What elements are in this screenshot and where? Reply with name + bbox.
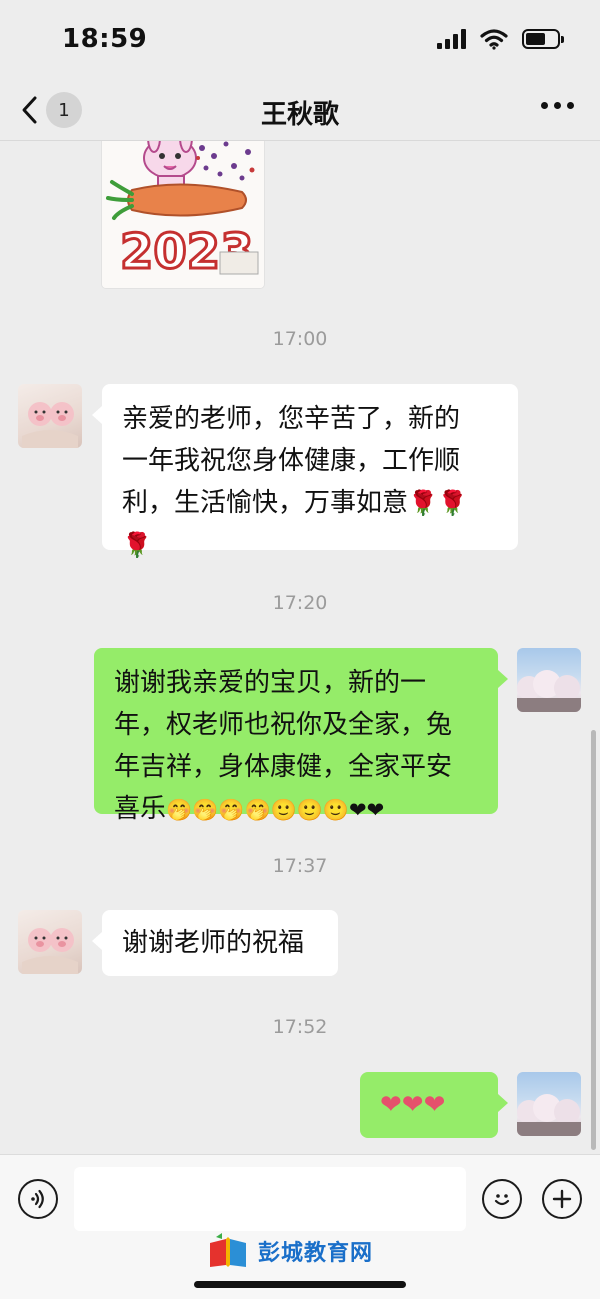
message-bubble-incoming[interactable]: 亲爱的老师，您辛苦了，新的 一年我祝您身体健康，工作顺 利，生活愉快，万事如意🌹… bbox=[92, 384, 518, 559]
battery-level bbox=[526, 33, 545, 45]
cellular-signal-icon bbox=[437, 29, 466, 49]
more-button[interactable] bbox=[541, 102, 574, 109]
chat-area[interactable]: 2023 17:00 亲爱的老师，您辛苦了，新的 一年我祝您身体健康，工作顺 利… bbox=[0, 140, 600, 1154]
watermark-text: 彭城教育网 bbox=[258, 1241, 374, 1266]
pig-avatar-image bbox=[22, 928, 78, 974]
cherry-blossom-avatar-image bbox=[517, 670, 581, 712]
status-icons bbox=[437, 28, 564, 50]
message-line: 一年我祝您身体健康，工作顺 bbox=[122, 446, 461, 476]
status-time: 18:59 bbox=[62, 24, 148, 54]
image-message[interactable]: 2023 bbox=[102, 140, 264, 288]
book-logo-icon bbox=[210, 1233, 246, 1267]
message-input[interactable] bbox=[74, 1167, 466, 1231]
message-line: 喜乐🤭🤭🤭🤭🙂🙂🙂❤❤ bbox=[114, 794, 385, 824]
more-icon bbox=[541, 102, 548, 109]
message-line: 亲爱的老师，您辛苦了，新的 bbox=[122, 404, 461, 434]
voice-icon bbox=[31, 1189, 44, 1209]
heart-emoji: ❤❤❤ bbox=[380, 1090, 446, 1120]
my-avatar[interactable] bbox=[517, 648, 581, 712]
message-line: 利，生活愉快，万事如意🌹🌹 bbox=[122, 488, 468, 518]
message-bubble-outgoing[interactable]: ❤❤❤ bbox=[360, 1072, 508, 1138]
rose-emoji: 🌹 bbox=[122, 531, 152, 559]
message-line: 谢谢我亲爱的宝贝，新的一 bbox=[114, 668, 427, 698]
watermark: 彭城教育网 bbox=[206, 1233, 373, 1269]
battery-icon bbox=[522, 29, 564, 49]
message-timestamp: 17:52 bbox=[272, 1016, 328, 1038]
message-timestamp: 17:20 bbox=[272, 592, 328, 614]
emoji-button[interactable] bbox=[482, 1179, 522, 1219]
scrollbar[interactable] bbox=[591, 730, 596, 1150]
message-timestamp: 17:37 bbox=[272, 855, 328, 877]
rose-emoji: 🌹🌹 bbox=[408, 489, 468, 517]
message-timestamp: 17:00 bbox=[272, 328, 328, 350]
nav-bar: 1 王秋歌 bbox=[0, 80, 600, 141]
drawing-image: 2023 bbox=[102, 140, 264, 288]
message-line: 年吉祥，身体康健，全家平安 bbox=[114, 752, 453, 782]
contact-avatar[interactable] bbox=[18, 384, 82, 448]
status-bar: 18:59 bbox=[0, 0, 600, 80]
my-avatar[interactable] bbox=[517, 1072, 581, 1136]
input-bar: 彭城教育网 bbox=[0, 1154, 600, 1299]
message-line: 谢谢老师的祝福 bbox=[122, 928, 305, 958]
message-bubble-incoming[interactable]: 谢谢老师的祝福 bbox=[92, 910, 338, 976]
emoji-sequence: 🤭🤭🤭🤭🙂🙂🙂❤❤ bbox=[166, 798, 385, 822]
chat-title: 王秋歌 bbox=[260, 100, 339, 130]
contact-avatar[interactable] bbox=[18, 910, 82, 974]
cherry-blossom-avatar-image bbox=[517, 1094, 581, 1136]
wifi-icon bbox=[480, 29, 508, 50]
emoji-icon bbox=[494, 1194, 510, 1206]
pig-avatar-image bbox=[22, 402, 78, 448]
message-line: 年，权老师也祝你及全家，兔 bbox=[114, 710, 453, 740]
add-icon bbox=[552, 1189, 572, 1209]
home-indicator[interactable] bbox=[194, 1281, 406, 1288]
voice-input-button[interactable] bbox=[18, 1179, 58, 1219]
add-button[interactable] bbox=[542, 1179, 582, 1219]
message-bubble-outgoing[interactable]: 谢谢我亲爱的宝贝，新的一 年，权老师也祝你及全家，兔 年吉祥，身体康健，全家平安… bbox=[94, 648, 508, 824]
